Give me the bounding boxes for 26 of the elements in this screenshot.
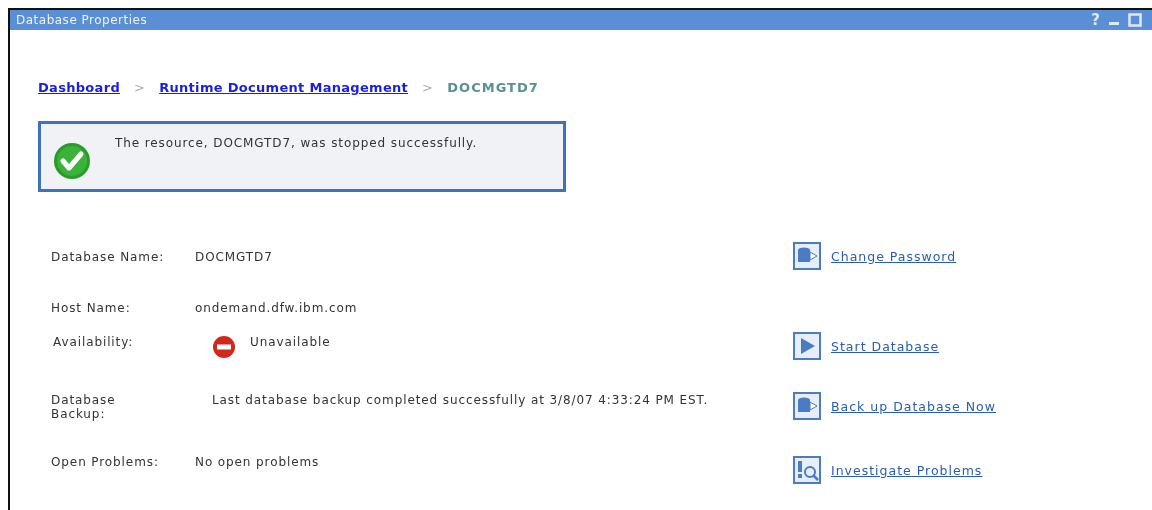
property-value: Last database backup completed successfully at 3/8/07 4:33:24 PM EST. bbox=[212, 393, 709, 407]
action-link[interactable]: Change Password bbox=[831, 248, 957, 264]
message-text: The resource, DOCMGTD7, was stopped successfully. bbox=[115, 136, 478, 150]
property-value: Unavailable bbox=[250, 335, 331, 349]
breadcrumb-separator: > bbox=[422, 80, 434, 95]
property-label: Availability: bbox=[52, 335, 135, 349]
window-title: Database Properties bbox=[16, 13, 148, 27]
play-icon[interactable] bbox=[793, 332, 821, 360]
no-entry-icon bbox=[212, 335, 236, 359]
action-link[interactable]: Start Database bbox=[831, 338, 940, 354]
action-link[interactable]: Back up Database Now bbox=[831, 398, 996, 414]
property-value: ondemand.dfw.ibm.com bbox=[195, 301, 358, 315]
property-value: No open problems bbox=[195, 455, 320, 469]
breadcrumb-current: DOCMGTD7 bbox=[447, 80, 539, 95]
property-label: Open Problems: bbox=[50, 455, 160, 469]
action-link[interactable]: Investigate Problems bbox=[831, 462, 983, 478]
breadcrumb-link[interactable]: Dashboard bbox=[38, 80, 120, 95]
problem-search-icon[interactable] bbox=[793, 456, 821, 484]
success-check-icon bbox=[53, 142, 91, 180]
maximize-icon[interactable] bbox=[1128, 13, 1142, 27]
property-value: DOCMGTD7 bbox=[195, 250, 273, 264]
property-label: Database Backup: bbox=[50, 393, 117, 421]
breadcrumb-separator: > bbox=[134, 80, 146, 95]
property-label: Database Name: bbox=[50, 250, 166, 264]
breadcrumb-link[interactable]: Runtime Document Management bbox=[159, 80, 409, 95]
property-label: Host Name: bbox=[50, 301, 132, 315]
